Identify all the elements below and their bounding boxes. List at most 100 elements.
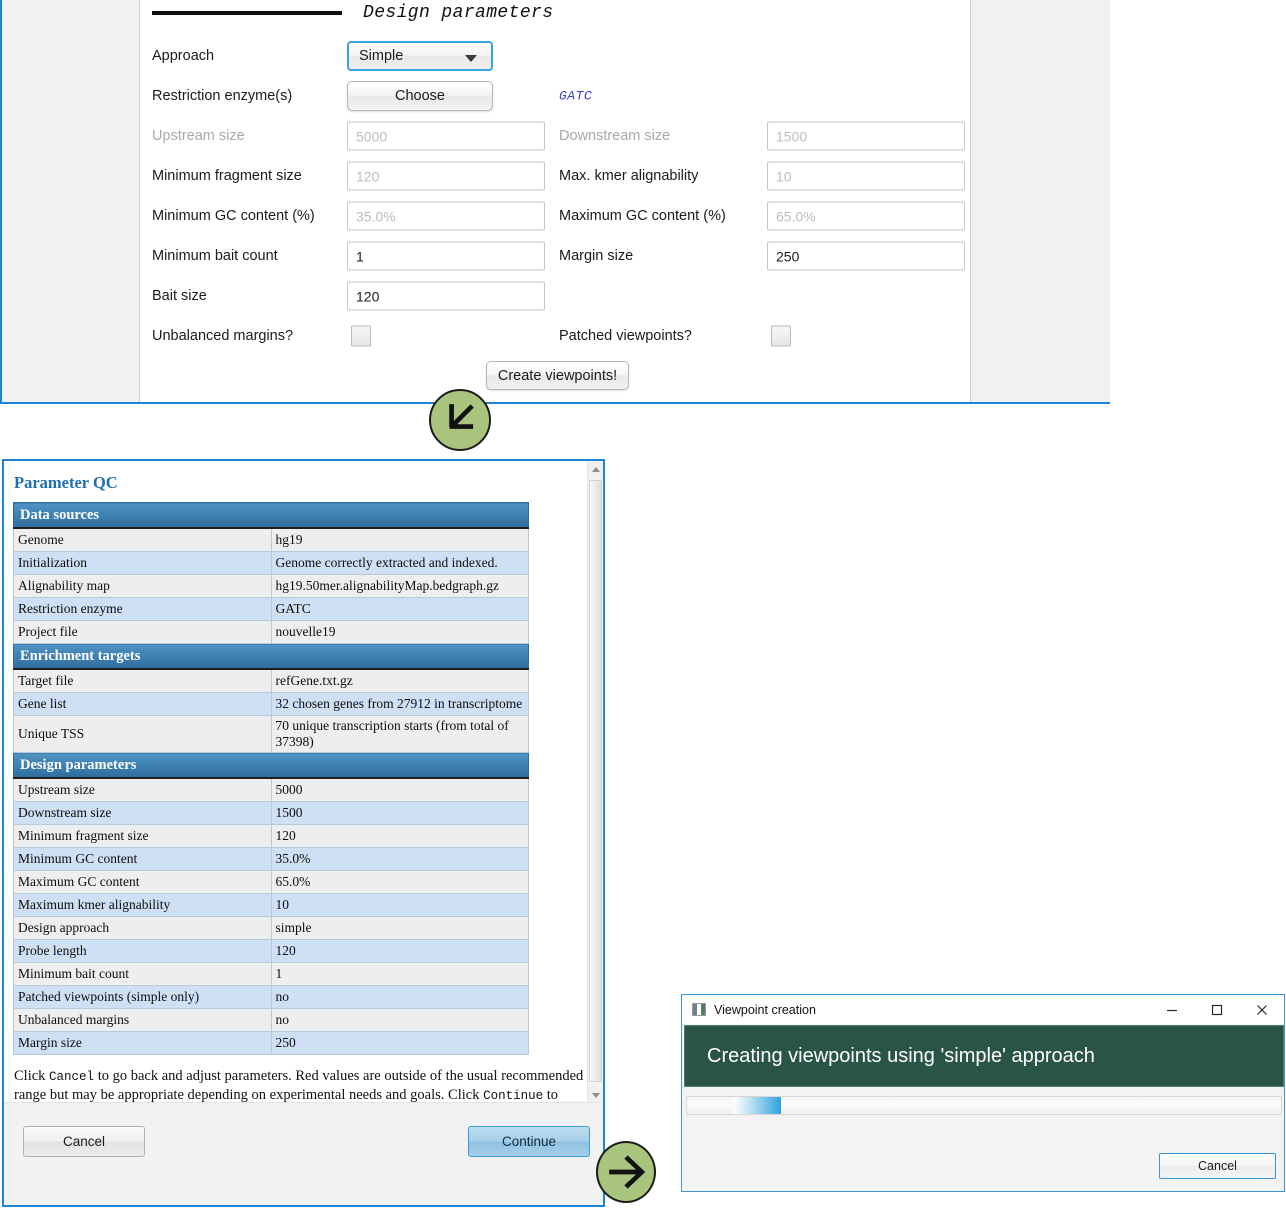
table-cell-key: Unique TSS — [13, 715, 272, 753]
table-row: Maximum kmer alignability 10 — [13, 893, 529, 917]
table-cell-key: Gene list — [13, 692, 272, 716]
minimum-gc-content-input[interactable] — [347, 201, 545, 231]
application-icon — [692, 1003, 706, 1016]
maximize-icon[interactable] — [1194, 995, 1239, 1024]
parameter-qc-footer: Cancel Continue — [4, 1102, 603, 1205]
table-cell-value: 32 chosen genes from 27912 in transcript… — [270, 692, 529, 716]
viewpoint-creation-dialog: Viewpoint creation Creating viewpoints u… — [681, 994, 1285, 1192]
table-row: Alignability map hg19.50mer.alignabilityM… — [13, 574, 529, 598]
table-row: Unique TSS 70 unique transcription starts… — [13, 715, 529, 753]
table-cell-value: 250 — [270, 1031, 529, 1055]
choose-enzyme-button[interactable]: Choose — [347, 81, 493, 111]
label-patched-viewpoints: Patched viewpoints? — [559, 328, 692, 344]
minimum-bait-count-input[interactable] — [347, 241, 545, 271]
table-section-title: Enrichment targets — [13, 643, 529, 670]
unbalanced-margins-checkbox[interactable] — [351, 325, 371, 347]
row-gc-content: Minimum GC content (%) Maximum GC conten… — [141, 196, 970, 236]
table-section-header: Design parameters — [13, 752, 529, 779]
upstream-size-input[interactable] — [347, 121, 545, 151]
margin-size-input[interactable] — [767, 241, 965, 271]
table-section-header: Data sources — [13, 502, 529, 529]
label-minimum-gc-content: Minimum GC content (%) — [152, 208, 315, 224]
parameter-qc-scroll-area: Parameter QC Data sources Genome hg19 Initi… — [4, 461, 603, 1104]
max-kmer-alignability-input[interactable] — [767, 161, 965, 191]
label-downstream-size: Downstream size — [559, 128, 671, 144]
scroll-up-arrow-icon[interactable] — [588, 461, 603, 478]
label-minimum-fragment-size: Minimum fragment size — [152, 168, 302, 184]
patched-viewpoints-checkbox[interactable] — [771, 325, 791, 347]
table-row: Downstream size 1500 — [13, 801, 529, 825]
qc-continue-button[interactable]: Continue — [468, 1126, 590, 1157]
table-row: Restriction enzyme GATC — [13, 597, 529, 621]
annotation-arrow-right — [596, 1141, 656, 1203]
table-cell-key: Minimum fragment size — [13, 824, 272, 848]
design-parameters-form: Design parameters Approach Simple Restri… — [141, 0, 970, 402]
parameter-qc-table: Data sources Genome hg19 Initialization Geno… — [13, 502, 529, 1055]
minimize-icon[interactable] — [1149, 995, 1194, 1024]
table-row: Unbalanced margins no — [13, 1008, 529, 1032]
maximum-gc-content-input[interactable] — [767, 201, 965, 231]
table-cell-key: Genome — [13, 527, 272, 552]
row-bait-count-margin: Minimum bait count Margin size — [141, 236, 970, 276]
row-fragment-kmer: Minimum fragment size Max. kmer alignabi… — [141, 156, 970, 196]
table-cell-value: 70 unique transcription starts (from tot… — [270, 715, 529, 753]
downstream-size-input[interactable] — [767, 121, 965, 151]
close-icon[interactable] — [1239, 995, 1284, 1024]
design-panel-left-sidebar — [2, 0, 140, 402]
table-cell-value: hg19 — [270, 527, 529, 552]
design-parameters-title: Design parameters — [363, 3, 554, 23]
table-cell-key: Maximum kmer alignability — [13, 893, 272, 917]
parameter-qc-heading: Parameter QC — [14, 473, 118, 492]
table-cell-key: Initialization — [13, 551, 272, 575]
table-row: Upstream size 5000 — [13, 777, 529, 802]
table-cell-key: Probe length — [13, 939, 272, 963]
table-cell-key: Minimum bait count — [13, 962, 272, 986]
selected-enzyme-label: GATC — [559, 88, 593, 104]
table-row: Patched viewpoints (simple only) no — [13, 985, 529, 1009]
table-cell-value: 120 — [270, 824, 529, 848]
table-cell-key: Alignability map — [13, 574, 272, 598]
label-minimum-bait-count: Minimum bait count — [152, 248, 278, 264]
dialog-titlebar[interactable]: Viewpoint creation — [682, 995, 1284, 1024]
approach-dropdown[interactable]: Simple — [347, 41, 493, 71]
table-cell-value: GATC — [270, 597, 529, 621]
section-divider-rule — [152, 11, 342, 15]
table-cell-key: Project file — [13, 620, 272, 644]
qc-cancel-button[interactable]: Cancel — [23, 1126, 145, 1157]
table-cell-value: no — [270, 1008, 529, 1032]
table-cell-key: Downstream size — [13, 801, 272, 825]
table-row: Genome hg19 — [13, 527, 529, 552]
table-row: Minimum fragment size 120 — [13, 824, 529, 848]
bait-size-input[interactable] — [347, 281, 545, 311]
label-bait-size: Bait size — [152, 288, 207, 304]
table-section-title: Design parameters — [13, 752, 529, 779]
row-bait-size: Bait size — [141, 276, 970, 316]
table-row: Margin size 250 — [13, 1031, 529, 1055]
label-upstream-size: Upstream size — [152, 128, 245, 144]
note-text-1: Click — [14, 1068, 50, 1084]
table-section-title: Data sources — [13, 502, 529, 529]
design-parameters-panel: Design parameters Approach Simple Restri… — [0, 0, 1110, 404]
dialog-cancel-button[interactable]: Cancel — [1159, 1153, 1276, 1179]
row-upstream-downstream: Upstream size Downstream size — [141, 116, 970, 156]
parameter-qc-scrollbar[interactable] — [587, 461, 603, 1104]
table-cell-key: Target file — [13, 668, 272, 693]
scrollbar-thumb[interactable] — [589, 480, 602, 1082]
table-cell-value: 120 — [270, 939, 529, 963]
table-cell-value: 10 — [270, 893, 529, 917]
chevron-down-icon — [465, 55, 477, 62]
row-restriction-enzymes: Restriction enzyme(s) Choose GATC — [141, 76, 970, 116]
table-cell-key: Minimum GC content — [13, 847, 272, 871]
table-cell-key: Restriction enzyme — [13, 597, 272, 621]
table-cell-key: Margin size — [13, 1031, 272, 1055]
table-cell-value: 1500 — [270, 801, 529, 825]
design-panel-right-sidebar — [970, 0, 1110, 402]
table-row: Gene list 32 chosen genes from 27912 in t… — [13, 692, 529, 716]
annotation-arrow-down-left — [429, 389, 491, 451]
create-viewpoints-button[interactable]: Create viewpoints! — [486, 361, 629, 390]
label-unbalanced-margins: Unbalanced margins? — [152, 328, 294, 344]
table-row: Target file refGene.txt.gz — [13, 668, 529, 693]
table-row: Project file nouvelle19 — [13, 620, 529, 644]
minimum-fragment-size-input[interactable] — [347, 161, 545, 191]
table-row: Minimum GC content 35.0% — [13, 847, 529, 871]
